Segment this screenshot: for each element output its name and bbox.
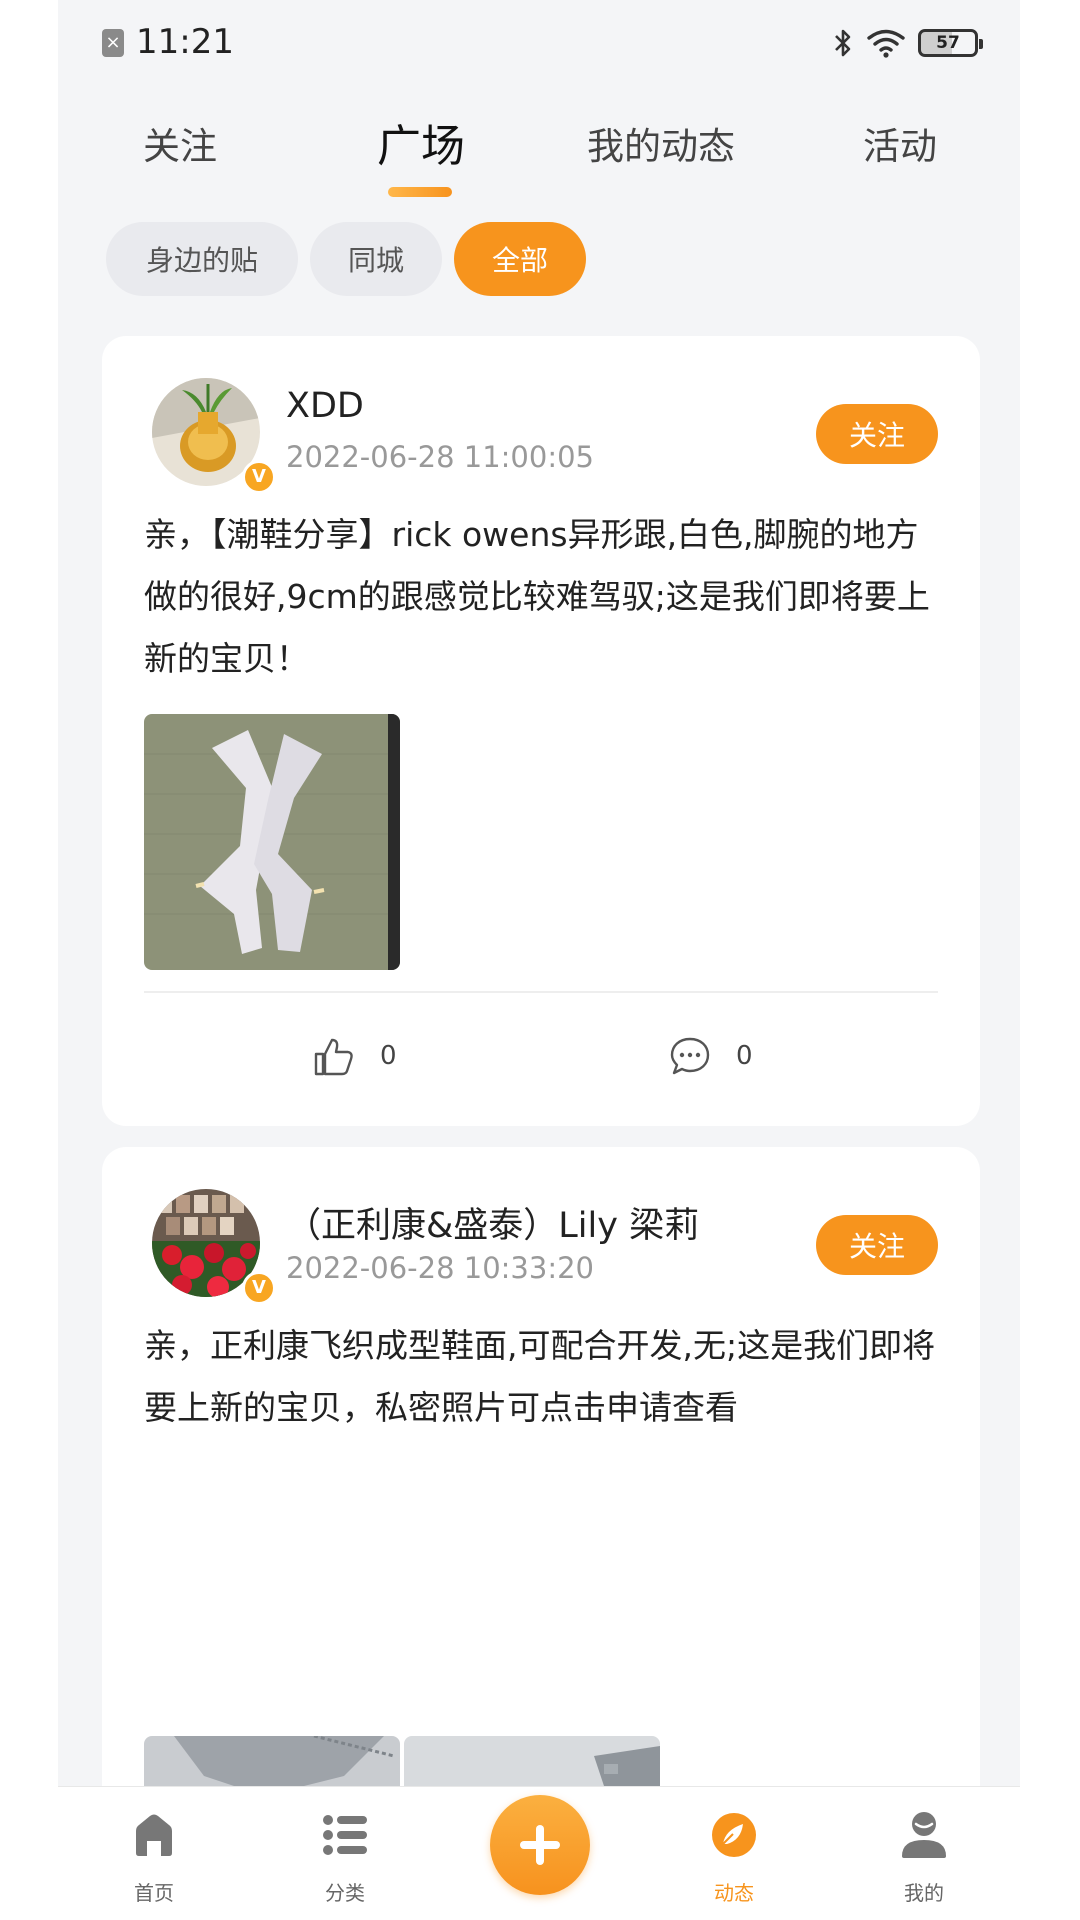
post-divider [144,991,938,993]
feed-icon [712,1813,756,1857]
active-tab-indicator [388,187,452,197]
boots-photo [144,714,400,970]
bluetooth-icon [835,29,851,57]
post-username[interactable]: XDD [286,386,364,426]
home-icon [136,1814,172,1856]
verified-badge: V [242,460,276,494]
status-time: 11:21 [136,22,234,62]
tab-follow[interactable]: 关注 [143,116,217,170]
nav-home-label: 首页 [134,1881,174,1905]
battery-icon: 57 [918,29,983,57]
tab-activity[interactable]: 活动 [863,116,937,170]
user-icon [902,1812,946,1858]
app-screen: × 11:21 57 关注 广场 我的动态 活动 身边的贴 同城 全部 V XD… [58,0,1020,1920]
like-button[interactable]: 0 [312,1034,397,1078]
bottom-nav: 首页 分类 动态 我的 [58,1786,1020,1920]
wifi-icon [867,29,905,58]
post-card[interactable]: V XDD 2022-06-28 11:00:05 关注 亲，【潮鞋分享】ric… [102,336,980,1126]
filter-all[interactable]: 全部 [454,222,586,296]
post-username[interactable]: （正利康&盛泰）Lily 梁莉 [286,1197,699,1248]
post-text: 亲，正利康飞织成型鞋面,可配合开发,无;这是我们即将要上新的宝贝，私密照片可点击… [144,1326,936,1427]
follow-button[interactable]: 关注 [816,404,938,464]
status-bar: × 11:21 57 [58,0,1020,86]
filter-nearby[interactable]: 身边的贴 [106,222,298,296]
filter-chips: 身边的贴 同城 全部 [106,222,586,296]
tab-my-posts[interactable]: 我的动态 [587,116,735,170]
nav-home[interactable]: 首页 [94,1807,214,1906]
publish-button[interactable] [490,1795,590,1895]
sim-icon: × [102,29,124,57]
comment-icon [670,1037,710,1075]
tab-square[interactable]: 广场 [377,110,465,174]
post-photo[interactable] [144,714,400,970]
thumbs-up-icon [314,1038,353,1076]
nav-feed-label: 动态 [714,1881,754,1905]
post-time: 2022-06-28 11:00:05 [286,440,594,474]
like-count: 0 [380,1041,397,1071]
status-icons: 57 [832,24,983,62]
nav-profile[interactable]: 我的 [864,1807,984,1906]
nav-category-label: 分类 [325,1881,365,1905]
nav-profile-label: 我的 [904,1881,944,1905]
comment-count: 0 [736,1041,753,1071]
battery-level: 57 [936,33,960,53]
filter-same-city[interactable]: 同城 [310,222,442,296]
nav-feed[interactable]: 动态 [674,1807,794,1906]
plus-icon [520,1825,560,1865]
top-tabs: 关注 广场 我的动态 活动 [58,108,1020,198]
comment-button[interactable]: 0 [668,1034,753,1078]
post-text: 亲，【潮鞋分享】rick owens异形跟,白色,脚腕的地方做的很好,9cm的跟… [144,515,930,678]
list-icon [323,1815,367,1855]
verified-badge: V [242,1271,276,1305]
follow-button[interactable]: 关注 [816,1215,938,1275]
post-time: 2022-06-28 10:33:20 [286,1251,594,1285]
nav-category[interactable]: 分类 [285,1807,405,1906]
